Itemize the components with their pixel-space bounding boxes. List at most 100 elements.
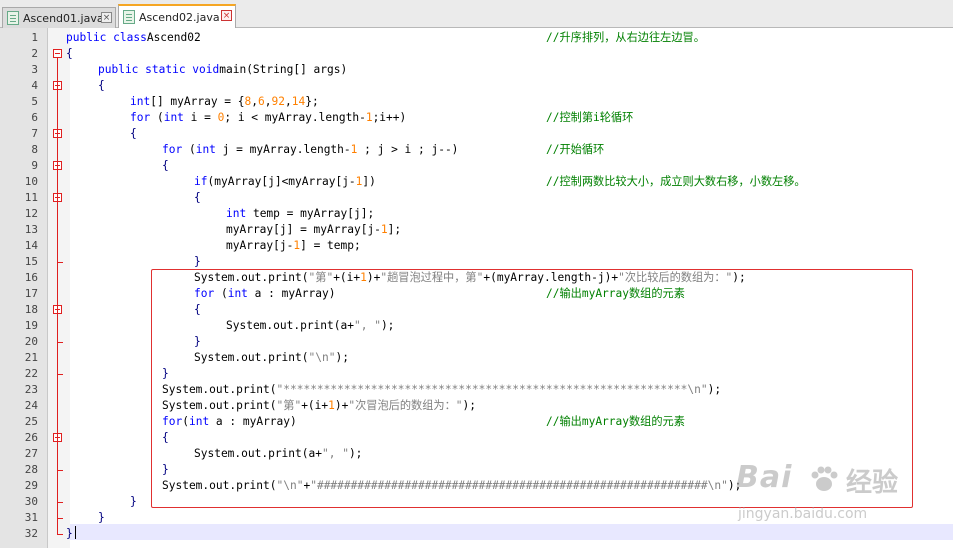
line-number: 18 xyxy=(24,303,38,316)
code-line[interactable]: 10 if(myArray[j]<myArray[j-1]) //控制两数比较大小，… xyxy=(0,174,953,190)
line-number: 32 xyxy=(24,527,38,540)
line-number: 28 xyxy=(24,463,38,476)
code-text: int[] myArray = {8,6,92,14}; xyxy=(130,94,319,110)
line-number: 16 xyxy=(24,271,38,284)
code-text: } xyxy=(194,254,201,270)
tab-bar: Ascend01.java × Ascend02.java × xyxy=(0,0,953,28)
fold-end-marker xyxy=(57,470,63,471)
line-number: 19 xyxy=(24,319,38,332)
code-text: for (int j = myArray.length-1 ; j > i ; … xyxy=(162,142,458,158)
code-token: } xyxy=(98,511,105,524)
text-caret xyxy=(75,526,76,539)
fold-end-marker xyxy=(57,502,63,503)
code-text: { xyxy=(66,46,73,62)
code-text: myArray[j] = myArray[j-1]; xyxy=(226,222,401,238)
code-token: myArray[j] = myArray[j- xyxy=(226,223,381,236)
code-text: for (int i = 0; i < myArray.length-1;i++… xyxy=(130,110,406,126)
fold-end-marker xyxy=(57,374,63,375)
line-number: 20 xyxy=(24,335,38,348)
code-token: ]) xyxy=(362,175,376,188)
code-line[interactable]: 1 public classAscend02 //升序排列，从右边往左边冒。 xyxy=(0,30,953,46)
code-text: public classAscend02 xyxy=(66,30,201,46)
line-number: 11 xyxy=(24,191,38,204)
line-number: 31 xyxy=(24,511,38,524)
fold-end-marker xyxy=(57,534,63,535)
code-token: myArray[j- xyxy=(226,239,294,252)
code-line[interactable]: 14 myArray[j-1] = temp; xyxy=(0,238,953,254)
tab-ascend02[interactable]: Ascend02.java × xyxy=(118,4,236,28)
code-token: { xyxy=(194,191,201,204)
code-text: } xyxy=(98,510,105,526)
code-token: int xyxy=(130,95,151,108)
close-tab-icon[interactable]: × xyxy=(101,12,112,23)
watermark-url: jingyan.baidu.com xyxy=(738,506,868,522)
code-text: } xyxy=(130,494,137,510)
code-line[interactable]: 12 int temp = myArray[j]; xyxy=(0,206,953,222)
code-token: ( xyxy=(182,143,196,156)
code-line[interactable]: 2{ xyxy=(0,46,953,62)
code-token: ]; xyxy=(387,223,402,236)
code-line[interactable]: 3 public static voidmain(String[] args) xyxy=(0,62,953,78)
code-token: } xyxy=(194,255,201,268)
watermark-brand: Bai xyxy=(736,460,793,495)
line-number: 21 xyxy=(24,351,38,364)
code-token: , xyxy=(251,95,259,108)
code-text: { xyxy=(162,158,169,174)
fold-guide-line xyxy=(57,58,58,534)
tab-label: Ascend02.java xyxy=(139,10,220,24)
code-token: main(String[] args) xyxy=(219,63,348,76)
code-line[interactable]: 5 int[] myArray = {8,6,92,14}; xyxy=(0,94,953,110)
code-token: for xyxy=(130,111,151,124)
code-token: (myArray[j]<myArray[j- xyxy=(207,175,356,188)
code-token: temp = myArray[j]; xyxy=(246,207,375,220)
code-token: ; j > i ; j--) xyxy=(357,143,459,156)
code-token: public class xyxy=(66,31,147,44)
code-line[interactable]: 9{ xyxy=(0,158,953,174)
code-token: 6 xyxy=(258,95,265,108)
code-text: { xyxy=(98,78,105,94)
fold-end-marker xyxy=(57,262,63,263)
code-token: , xyxy=(264,95,272,108)
code-line[interactable]: 6 for (int i = 0; i < myArray.length-1;i+… xyxy=(0,110,953,126)
line-number: 26 xyxy=(24,431,38,444)
code-token: int xyxy=(195,143,216,156)
code-text: { xyxy=(130,126,137,142)
close-tab-icon[interactable]: × xyxy=(221,10,232,21)
tab-ascend01[interactable]: Ascend01.java × xyxy=(2,7,116,28)
line-number: 10 xyxy=(24,175,38,188)
paw-logo-icon xyxy=(811,466,838,491)
code-line[interactable]: 7{ xyxy=(0,126,953,142)
code-token: ; i < myArray.length- xyxy=(224,111,366,124)
code-line[interactable]: 32} xyxy=(0,526,953,542)
code-token: 1 xyxy=(380,223,388,236)
line-number: 2 xyxy=(31,47,38,60)
line-number: 23 xyxy=(24,383,38,396)
code-token: for xyxy=(162,143,183,156)
line-number: 4 xyxy=(31,79,38,92)
fold-end-marker xyxy=(57,342,63,343)
code-line[interactable]: 11 { xyxy=(0,190,953,206)
code-text: { xyxy=(194,190,201,206)
code-text: myArray[j-1] = temp; xyxy=(226,238,361,254)
code-text: if(myArray[j]<myArray[j-1]) xyxy=(194,174,376,190)
code-line[interactable]: 8 for (int j = myArray.length-1 ; j > i ;… xyxy=(0,142,953,158)
code-line[interactable]: 4{ xyxy=(0,78,953,94)
code-line[interactable]: 13 myArray[j] = myArray[j-1]; xyxy=(0,222,953,238)
code-token: { xyxy=(162,159,169,172)
line-number: 24 xyxy=(24,399,38,412)
line-number: 12 xyxy=(24,207,38,220)
code-text: int temp = myArray[j]; xyxy=(226,206,374,222)
code-token: } xyxy=(66,527,73,540)
fold-end-marker xyxy=(57,518,63,519)
line-number: 29 xyxy=(24,479,38,492)
line-number: 3 xyxy=(31,63,38,76)
line-number: 5 xyxy=(31,95,38,108)
code-token: ;i++) xyxy=(372,111,407,124)
code-line[interactable]: 15} xyxy=(0,254,953,270)
tab-label: Ascend01.java xyxy=(23,11,104,25)
code-token: Ascend02 xyxy=(146,31,201,44)
code-text: } xyxy=(66,526,73,542)
code-token: }; xyxy=(305,95,319,108)
code-token: { xyxy=(130,127,137,140)
line-number: 13 xyxy=(24,223,38,236)
